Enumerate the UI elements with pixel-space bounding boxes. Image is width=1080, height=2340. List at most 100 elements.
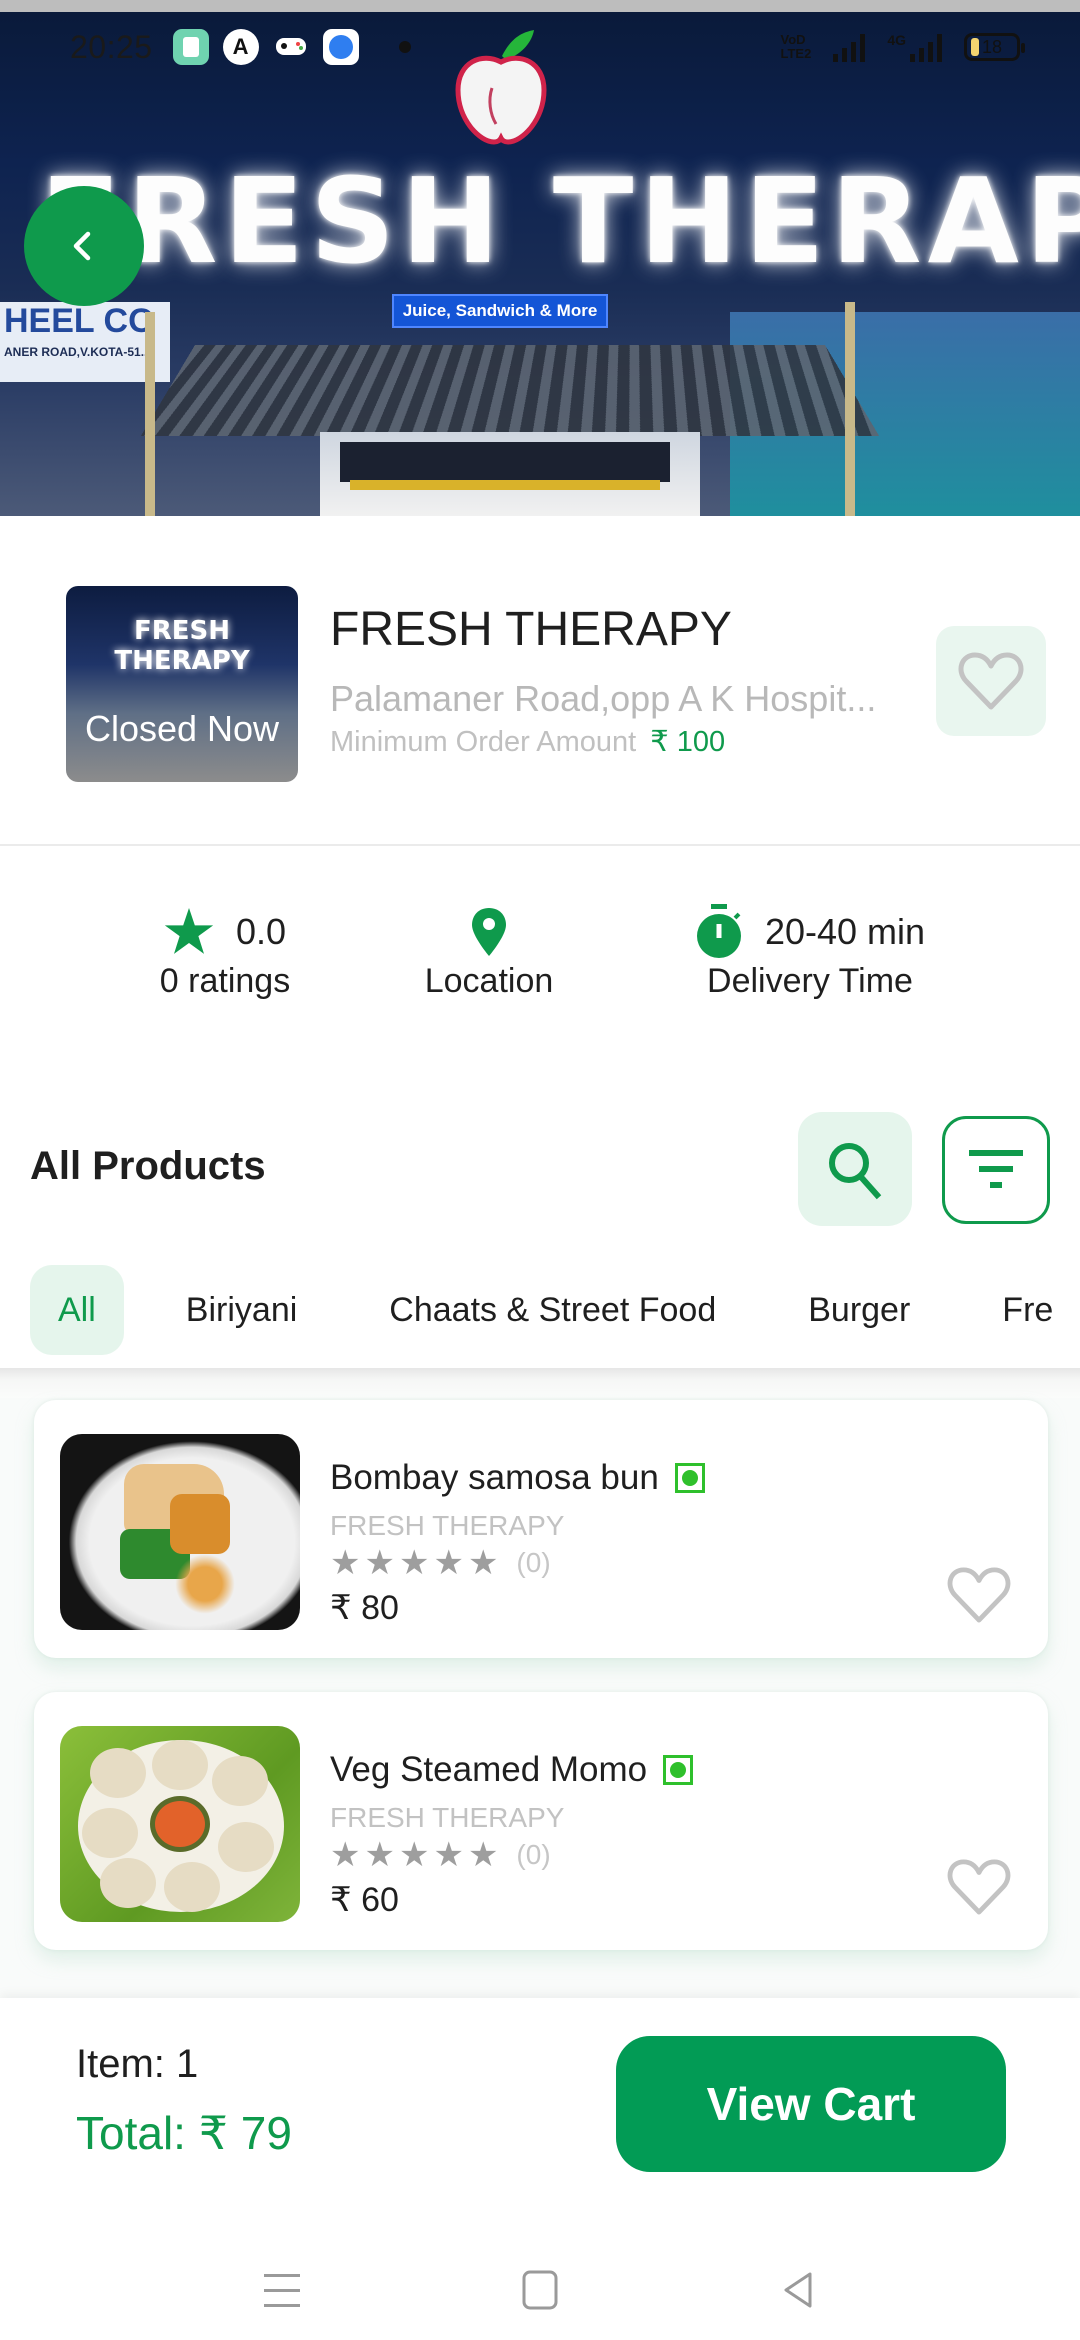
search-button[interactable]: [798, 1112, 912, 1226]
minimum-order: Minimum Order Amount ₹ 100: [330, 724, 725, 759]
menu-lines-icon: [264, 2274, 300, 2307]
star-icon: ★: [398, 1544, 430, 1582]
veg-indicator-icon: [663, 1755, 694, 1785]
category-tab-partial[interactable]: Fre: [972, 1265, 1080, 1355]
category-tab-all[interactable]: All: [30, 1265, 124, 1355]
favorite-product-button[interactable]: [944, 1560, 1014, 1630]
heart-icon: [947, 1567, 1011, 1623]
category-tab-biriyani[interactable]: Biriyani: [156, 1265, 327, 1355]
store-stats: 0.0 0 ratings Location 20-40 min Deliver…: [0, 846, 1080, 1046]
system-navigation-bar: [0, 2238, 1080, 2340]
tabs-divider-shadow: [0, 1368, 1080, 1398]
category-tab-burger[interactable]: Burger: [778, 1265, 940, 1355]
star-icon: ★: [467, 1836, 499, 1874]
star-icon: ★: [364, 1544, 395, 1582]
product-store: FRESH THERAPY: [330, 1802, 565, 1833]
store-address: Palamaner Road,opp A K Hospit...: [330, 678, 877, 719]
products-title: All Products: [30, 1144, 266, 1188]
volte-bottom: LTE2: [780, 46, 812, 61]
banner-pillar-right: [845, 302, 855, 516]
status-time: 20:25: [70, 28, 153, 65]
filter-button[interactable]: [942, 1116, 1050, 1224]
battery-percent: 18: [982, 36, 1003, 57]
location-pin-icon: [472, 908, 506, 956]
rating-value: 0.0: [235, 911, 287, 952]
heart-icon: [947, 1859, 1011, 1915]
cart-total: Total: ₹ 79: [76, 2107, 292, 2159]
product-card[interactable]: Bombay samosa bun FRESH THERAPY ★ ★ ★ ★ …: [34, 1400, 1048, 1658]
star-icon: ★: [433, 1544, 464, 1582]
banner-roof: [140, 345, 880, 436]
favorite-product-button[interactable]: [944, 1852, 1014, 1922]
signal-icon: [833, 32, 866, 62]
left-building-sign: HEEL CO: [4, 302, 155, 340]
cart-summary-bar: Item: 1 Total: ₹ 79 View Cart: [0, 1998, 1080, 2238]
banner-shutter: [340, 442, 670, 482]
category-tab-chaats-street-food[interactable]: Chaats & Street Food: [359, 1265, 746, 1355]
thumbnail-sign: FRESH THERAPY: [114, 616, 250, 676]
star-icon: [164, 908, 214, 954]
a-app-icon: A: [222, 29, 259, 65]
status-app-icons: A: [172, 29, 359, 65]
store-name: FRESH THERAPY: [330, 603, 732, 656]
banner-yellow-strip: [350, 480, 660, 490]
stopwatch-icon: [696, 904, 741, 958]
banner-subsign: Juice, Sandwich & More: [392, 294, 608, 328]
category-tabs: All Biriyani Chaats & Street Food Burger…: [0, 1250, 1080, 1370]
product-rating: ★ ★ ★ ★ ★ (0): [330, 1838, 551, 1872]
store-banner-image: HEEL CO ANER ROAD,V.KOTA-51... FRESH THE…: [0, 12, 1080, 516]
location-label: Location: [424, 962, 554, 1000]
product-store: FRESH THERAPY: [330, 1510, 565, 1541]
status-bar: 20:25 A VoD LTE2 4G 18: [0, 12, 1080, 82]
star-icon: ★: [330, 1836, 361, 1874]
star-icon: ★: [398, 1836, 430, 1874]
product-name: Veg Steamed Momo: [330, 1750, 694, 1790]
home-button[interactable]: [510, 2260, 570, 2320]
product-price: ₹ 60: [330, 1881, 399, 1919]
notification-dot: [398, 41, 411, 53]
restaurant-screen: HEEL CO ANER ROAD,V.KOTA-51... FRESH THE…: [0, 0, 1080, 2340]
rating-count: (0): [516, 1547, 551, 1578]
location-stat[interactable]: Location: [408, 906, 570, 1001]
min-order-amount: ₹ 100: [650, 726, 726, 758]
view-cart-button[interactable]: View Cart: [616, 2036, 1006, 2172]
favorite-store-button[interactable]: [936, 626, 1046, 736]
search-icon: [829, 1143, 882, 1200]
store-thumbnail: FRESH THERAPY Closed Now: [66, 586, 298, 782]
star-icon: ★: [330, 1544, 361, 1582]
rating-count-label: 0 ratings: [159, 962, 291, 1000]
delivery-time-value: 20-40 min: [764, 911, 926, 952]
volte-indicator: VoD LTE2: [780, 33, 811, 61]
star-icon: ★: [467, 1544, 499, 1582]
back-triangle-icon: [784, 2272, 812, 2308]
product-image: [60, 1726, 300, 1922]
rating-count: (0): [516, 1839, 551, 1870]
delivery-time-label: Delivery Time: [707, 962, 913, 1000]
recents-button[interactable]: [252, 2260, 312, 2320]
notes-app-icon: [172, 29, 209, 65]
network-type: 4G: [887, 32, 906, 48]
veg-indicator-icon: [674, 1463, 705, 1493]
home-square-icon: [522, 2270, 558, 2310]
store-info-section: FRESH THERAPY Closed Now FRESH THERAPY P…: [0, 516, 1080, 846]
volte-top: VoD: [780, 32, 806, 47]
status-indicators: VoD LTE2 4G 18: [780, 32, 1025, 62]
star-icon: ★: [364, 1836, 395, 1874]
back-button[interactable]: [24, 186, 144, 306]
product-name: Bombay samosa bun: [330, 1458, 705, 1498]
star-icon: ★: [433, 1836, 464, 1874]
browser-icon: [322, 29, 359, 65]
gamepad-icon: [273, 29, 309, 65]
network-4g-signal-icon: 4G: [887, 32, 942, 62]
banner-pillar-left: [145, 312, 155, 516]
rating-stat: 0.0 0 ratings: [150, 906, 300, 1001]
delivery-time-stat: 20-40 min Delivery Time: [690, 904, 930, 1001]
product-name-text: Veg Steamed Momo: [330, 1750, 648, 1789]
product-card[interactable]: Veg Steamed Momo FRESH THERAPY ★ ★ ★ ★ ★…: [34, 1692, 1048, 1950]
product-rating: ★ ★ ★ ★ ★ (0): [330, 1546, 551, 1580]
cart-item-count: Item: 1: [76, 2042, 199, 2086]
product-price: ₹ 80: [330, 1589, 399, 1627]
battery-icon: 18: [964, 33, 1025, 61]
back-nav-button[interactable]: [768, 2260, 828, 2320]
products-header: All Products: [0, 1110, 1080, 1230]
